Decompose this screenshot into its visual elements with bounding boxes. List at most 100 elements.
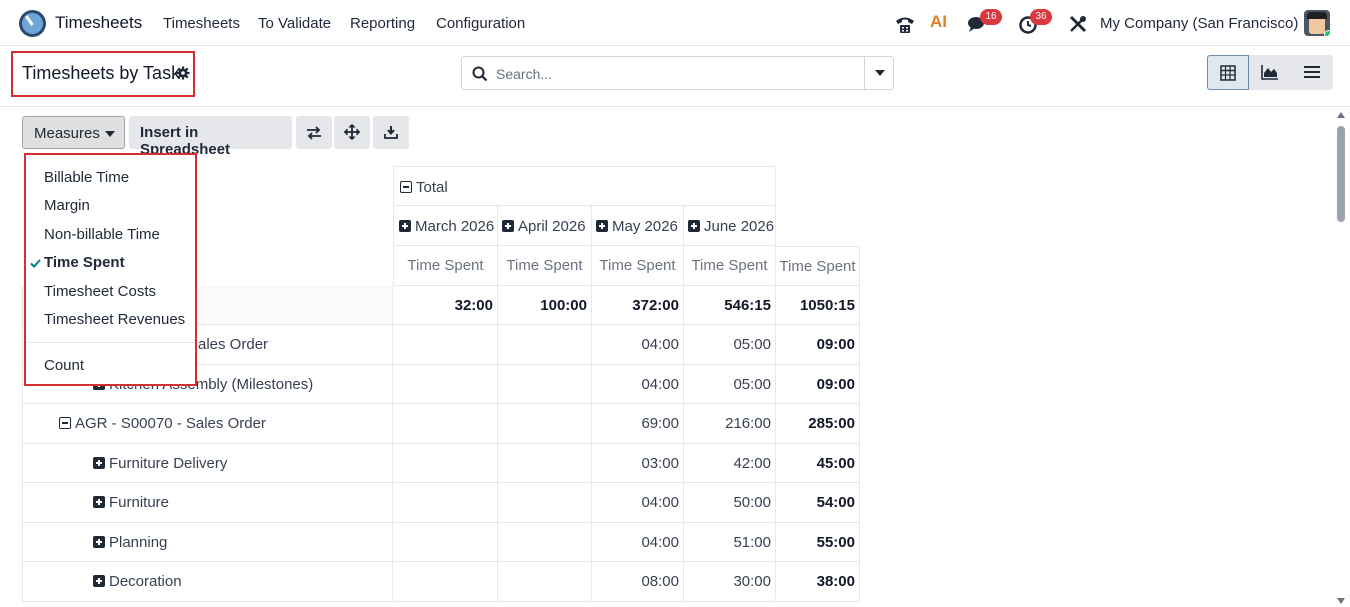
row-total-cell[interactable]: 09:00 — [776, 364, 860, 404]
measure-header[interactable]: Time Spent — [498, 246, 592, 286]
value-cell[interactable]: 05:00 — [684, 364, 776, 404]
measure-time-spent[interactable]: Time Spent — [44, 254, 125, 271]
measure-header-total[interactable]: Time Spent — [776, 246, 860, 286]
measure-timesheet-revenues[interactable]: Timesheet Revenues — [44, 311, 185, 328]
measures-button[interactable]: Measures — [22, 116, 125, 149]
value-cell[interactable]: 05:00 — [684, 325, 776, 365]
value-cell[interactable]: 04:00 — [592, 522, 684, 562]
value-cell[interactable]: 42:00 — [684, 443, 776, 483]
row-total-cell[interactable]: 38:00 — [776, 562, 860, 602]
value-cell[interactable]: 04:00 — [592, 364, 684, 404]
company-switcher[interactable]: My Company (San Francisco) — [1100, 15, 1298, 32]
total-cell[interactable]: 100:00 — [498, 286, 592, 325]
row-header[interactable]: Decoration — [22, 562, 393, 602]
value-cell[interactable] — [498, 443, 592, 483]
value-cell[interactable] — [393, 483, 498, 523]
row-total-cell[interactable]: 55:00 — [776, 522, 860, 562]
total-cell[interactable]: 546:15 — [684, 286, 776, 325]
row-header[interactable]: Furniture — [22, 483, 393, 523]
total-column-header[interactable]: Total — [393, 166, 776, 206]
row-total-cell[interactable]: 45:00 — [776, 443, 860, 483]
value-cell[interactable] — [498, 325, 592, 365]
expand-all-button[interactable] — [334, 116, 370, 149]
measure-count[interactable]: Count — [44, 357, 84, 374]
value-cell[interactable] — [393, 364, 498, 404]
measure-billable-time[interactable]: Billable Time — [44, 169, 129, 186]
value-cell[interactable]: 04:00 — [592, 325, 684, 365]
value-cell[interactable]: 04:00 — [592, 483, 684, 523]
list-view-button[interactable] — [1291, 55, 1333, 90]
search-icon — [472, 66, 488, 82]
value-cell[interactable] — [498, 562, 592, 602]
row-total-cell[interactable]: 54:00 — [776, 483, 860, 523]
row-header[interactable]: Furniture Delivery — [22, 443, 393, 483]
value-cell[interactable] — [498, 483, 592, 523]
row-header[interactable]: AGR - S00070 - Sales Order — [22, 404, 393, 444]
activities-badge: 36 — [1030, 9, 1052, 25]
value-cell[interactable]: 30:00 — [684, 562, 776, 602]
area-chart-icon — [1261, 65, 1278, 80]
value-cell[interactable]: 03:00 — [592, 443, 684, 483]
ai-icon[interactable]: AI — [930, 12, 947, 32]
row-total-cell[interactable]: 09:00 — [776, 325, 860, 365]
value-cell[interactable]: 216:00 — [684, 404, 776, 444]
tools-icon[interactable] — [1067, 13, 1089, 35]
value-cell[interactable] — [393, 404, 498, 444]
insert-in-spreadsheet-button[interactable]: Insert in Spreadsheet — [129, 116, 292, 158]
expand-icon — [93, 456, 105, 469]
menu-to-validate[interactable]: To Validate — [258, 15, 331, 32]
measure-header[interactable]: Time Spent — [684, 246, 776, 286]
download-button[interactable] — [373, 116, 409, 149]
timesheets-app-icon[interactable] — [19, 10, 46, 37]
phone-icon[interactable] — [894, 13, 916, 35]
search-input[interactable] — [496, 64, 856, 84]
value-cell[interactable] — [393, 443, 498, 483]
row-label: Planning — [109, 533, 168, 551]
value-cell[interactable]: 08:00 — [592, 562, 684, 602]
arrows-icon — [344, 124, 360, 140]
value-cell[interactable]: 51:00 — [684, 522, 776, 562]
value-cell[interactable]: 69:00 — [592, 404, 684, 444]
total-cell[interactable]: 32:00 — [393, 286, 498, 325]
total-cell[interactable]: 372:00 — [592, 286, 684, 325]
scroll-thumb[interactable] — [1337, 126, 1345, 222]
expand-icon — [502, 220, 514, 232]
page-scrollbar[interactable] — [1336, 110, 1346, 607]
value-cell[interactable]: 50:00 — [684, 483, 776, 523]
month-header-march[interactable]: March 2026 — [393, 206, 498, 246]
value-cell[interactable] — [393, 325, 498, 365]
pivot-view-button[interactable] — [1207, 55, 1249, 90]
caret-down-icon — [875, 70, 885, 76]
exchange-icon — [307, 126, 321, 140]
measure-header[interactable]: Time Spent — [393, 246, 498, 286]
menu-reporting[interactable]: Reporting — [350, 15, 415, 32]
measure-header[interactable]: Time Spent — [592, 246, 684, 286]
value-cell[interactable] — [498, 364, 592, 404]
month-header-may[interactable]: May 2026 — [592, 206, 684, 246]
row-header[interactable]: Planning — [22, 522, 393, 562]
grand-total-cell[interactable]: 1050:15 — [776, 286, 860, 325]
value-cell[interactable] — [393, 562, 498, 602]
flip-axis-button[interactable] — [296, 116, 332, 149]
menu-timesheets[interactable]: Timesheets — [163, 15, 240, 32]
scroll-down-icon[interactable] — [1337, 598, 1345, 604]
gear-icon[interactable] — [176, 66, 190, 80]
measure-timesheet-costs[interactable]: Timesheet Costs — [44, 283, 156, 300]
graph-view-button[interactable] — [1249, 55, 1291, 90]
month-header-april[interactable]: April 2026 — [498, 206, 592, 246]
measure-non-billable-time[interactable]: Non-billable Time — [44, 226, 160, 243]
row-total-cell[interactable]: 285:00 — [776, 404, 860, 444]
value-cell[interactable] — [393, 522, 498, 562]
user-avatar[interactable] — [1304, 10, 1330, 36]
search-options-toggle[interactable] — [864, 57, 894, 89]
expand-icon — [596, 220, 608, 232]
value-cell[interactable] — [498, 522, 592, 562]
measure-margin[interactable]: Margin — [44, 197, 90, 214]
page-title: Timesheets by Task — [22, 63, 181, 83]
scroll-up-icon[interactable] — [1337, 112, 1345, 118]
app-name[interactable]: Timesheets — [55, 13, 142, 33]
month-header-june[interactable]: June 2026 — [684, 206, 776, 246]
value-cell[interactable] — [498, 404, 592, 444]
menu-configuration[interactable]: Configuration — [436, 15, 525, 32]
month-label: June 2026 — [704, 218, 775, 235]
